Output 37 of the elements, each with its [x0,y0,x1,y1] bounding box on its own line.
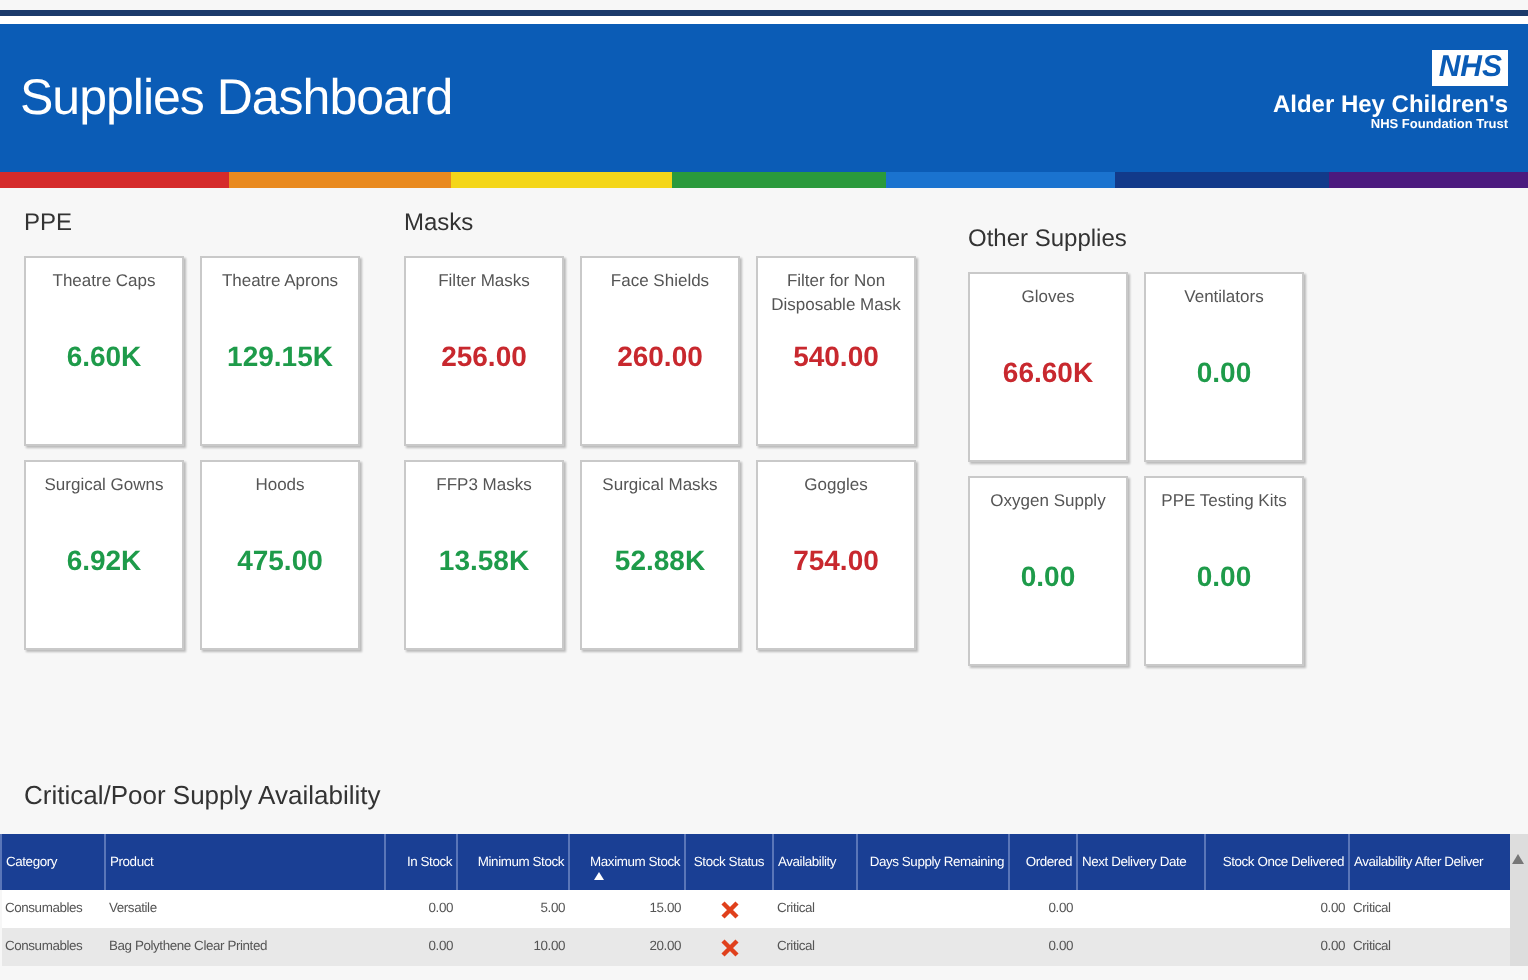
card-label: FFP3 Masks [436,472,532,498]
card-value: 66.60K [1002,356,1094,388]
card-label: Surgical Masks [602,472,718,498]
card-value: 475.00 [237,544,323,576]
card-label: Ventilators [1184,284,1264,310]
section-title: PPE [24,208,75,236]
card-value: 0.00 [1196,356,1252,388]
card-label: Theatre Aprons [221,268,339,294]
card-value: 6.60K [66,340,142,372]
card-value: 754.00 [793,544,879,576]
card-value: 0.00 [1196,560,1252,592]
card-value: 256.00 [441,340,527,372]
card-value: 6.92K [66,544,142,576]
card-label: Filter for Non Disposable Mask [769,268,903,318]
card-label: Face Shields [610,268,710,294]
card-label: Filter Masks [438,268,530,294]
section-title: Masks [404,208,476,236]
card-label: Goggles [804,472,868,498]
section-title: Other Supplies [968,224,1129,252]
card-value: 0.00 [1020,560,1076,592]
table-title: Critical/Poor Supply Availability [22,780,383,814]
card-value: 52.88K [614,544,706,576]
card-label: Gloves [1021,284,1075,310]
scroll-up-icon[interactable] [1512,854,1525,864]
card-value: 13.58K [438,544,530,576]
organization-name: Alder Hey Children's [1272,89,1508,117]
card-label: Surgical Gowns [44,472,164,498]
logo-badge: NHS [1432,49,1508,85]
card-value: 260.00 [617,340,703,372]
card-value: 540.00 [793,340,879,372]
dashboard-title: Supplies Dashboard [20,69,453,127]
sort-icon[interactable] [594,871,605,879]
card-label: PPE Testing Kits [1161,488,1287,514]
card-label: Oxygen Supply [990,488,1106,514]
card-value: 129.15K [227,340,333,372]
card-label: Hoods [255,472,305,498]
card-label: Theatre Caps [52,268,156,294]
